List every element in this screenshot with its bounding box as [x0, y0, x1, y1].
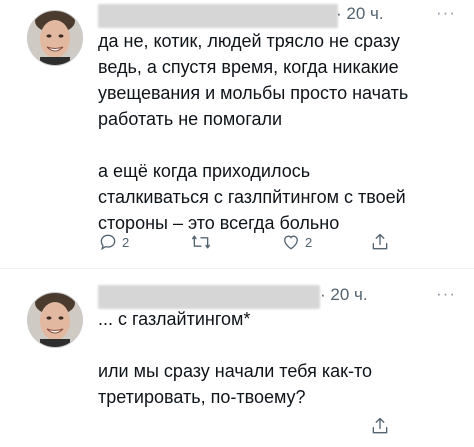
- timestamp[interactable]: · 20 ч.: [320, 285, 368, 305]
- tweet-divider: [0, 268, 474, 269]
- tweet-line: а ещё когда приходилось: [98, 161, 311, 181]
- like-button[interactable]: 2: [281, 232, 312, 252]
- tweet-2[interactable]: · 20 ч. ··· ... с газлайтингом* или мы с…: [0, 276, 474, 447]
- tweet-line: работать не помогали: [98, 109, 283, 129]
- share-button[interactable]: [370, 232, 390, 252]
- reply-button[interactable]: 2: [98, 232, 129, 252]
- tweet-line: да не, котик, людей трясло не сразу: [98, 31, 400, 51]
- tweet-line: ведь, а спустя время, когда никакие: [98, 57, 399, 77]
- tweet-line: увещевания и мольбы просто начать: [98, 83, 409, 103]
- avatar[interactable]: [27, 10, 83, 66]
- tweet-text: да не, котик, людей трясло не сразу ведь…: [98, 28, 458, 236]
- tweet-line: ... с газлайтингом*: [98, 309, 251, 329]
- heart-icon: [284, 235, 298, 250]
- tweet-line: сталкиваться с газлпйтингом с твоей: [98, 187, 406, 207]
- reply-icon: [100, 234, 116, 251]
- tweet-line: третировать, по-твоему?: [98, 387, 306, 407]
- tweet-text: ... с газлайтингом* или мы сразу начали …: [98, 306, 458, 410]
- more-options-button[interactable]: ···: [436, 284, 456, 304]
- reply-count: 2: [122, 234, 130, 250]
- tweet-actions: 2 2: [98, 232, 398, 256]
- avatar[interactable]: [27, 292, 83, 348]
- timestamp[interactable]: · 20 ч.: [336, 4, 384, 24]
- share-icon: [372, 417, 388, 434]
- like-count: 2: [305, 234, 313, 250]
- share-button[interactable]: [370, 416, 390, 436]
- more-options-button[interactable]: ···: [436, 3, 456, 23]
- tweet-line: или мы сразу начали тебя как-то: [98, 361, 373, 381]
- share-icon: [372, 233, 388, 250]
- retweet-icon: [192, 235, 210, 249]
- redacted-username: [98, 4, 338, 28]
- retweet-button[interactable]: [190, 232, 212, 252]
- tweet-1[interactable]: · 20 ч. ··· да не, котик, людей трясло н…: [0, 0, 474, 268]
